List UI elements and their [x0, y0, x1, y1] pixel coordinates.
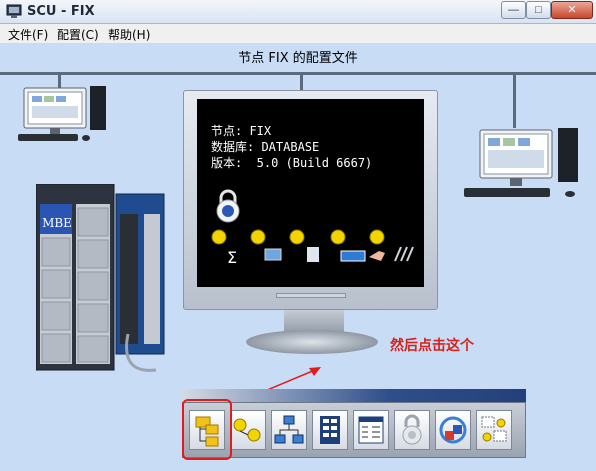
- workstation-left-icon: [18, 86, 106, 141]
- sql-tasks-icon: [439, 416, 467, 444]
- version-info: 版本: 5.0 (Build 6667): [211, 156, 373, 170]
- toolbar-button-network-computers[interactable]: [271, 410, 307, 450]
- workstation-right-icon: [464, 128, 578, 197]
- plc-module-label: MBE: [42, 216, 72, 230]
- monitor: 节点: FIX 数据库: DATABASE 版本: 5.0 (Build 666…: [183, 90, 438, 310]
- monitor-button-strip: [276, 293, 346, 298]
- menu-config[interactable]: 配置(C): [57, 26, 99, 43]
- menu-file[interactable]: 文件(F): [8, 26, 48, 43]
- toolbar-header: [182, 389, 526, 403]
- toolbar-button-network-nodes[interactable]: [230, 410, 266, 450]
- node-info: 节点: FIX: [211, 124, 272, 138]
- toolbar-button-scada-config[interactable]: [476, 410, 512, 450]
- toolbar-button-sql-tasks[interactable]: [435, 410, 471, 450]
- toolbar-button-security[interactable]: [394, 410, 430, 450]
- instruction-text: 然后点击这个: [390, 338, 474, 354]
- network-computers-icon: [274, 415, 304, 444]
- network-nodes-icon: [233, 418, 261, 442]
- minimize-button[interactable]: —: [501, 1, 526, 19]
- alarm-list-icon: [358, 416, 384, 444]
- scada-config-icon: [481, 416, 507, 442]
- svg-text:Σ: Σ: [227, 248, 237, 267]
- security-lock-icon: [216, 189, 240, 223]
- network-drop-right: [513, 74, 516, 128]
- toolbar-button-database[interactable]: [312, 410, 348, 450]
- monitor-base: [246, 330, 378, 354]
- highlight-box: [182, 399, 232, 460]
- security-lock-icon: [402, 414, 422, 445]
- network-line: [0, 72, 596, 75]
- database-icon: [320, 416, 340, 444]
- plc-rack-icon: [36, 184, 165, 372]
- config-toolbar: [182, 402, 526, 458]
- menu-bar: 文件(F) 配置(C) 帮助(H): [0, 24, 596, 44]
- database-info: 数据库: DATABASE: [211, 140, 320, 154]
- monitor-screen: 节点: FIX 数据库: DATABASE 版本: 5.0 (Build 666…: [197, 99, 424, 287]
- app-icon: [6, 4, 22, 18]
- canvas-title: 节点 FIX 的配置文件: [238, 51, 358, 66]
- close-button[interactable]: ✕: [551, 1, 593, 19]
- maximize-button[interactable]: □: [526, 1, 551, 19]
- menu-help[interactable]: 帮助(H): [108, 26, 150, 43]
- config-canvas: 节点 FIX 的配置文件 MBE 节点: FIX 数据库: DATABASE 版…: [0, 44, 596, 471]
- window-title: SCU - FIX: [27, 4, 95, 19]
- title-bar: SCU - FIX — □ ✕: [0, 0, 596, 24]
- toolbar-button-alarm-list[interactable]: [353, 410, 389, 450]
- system-components-icons: Σ: [211, 229, 414, 267]
